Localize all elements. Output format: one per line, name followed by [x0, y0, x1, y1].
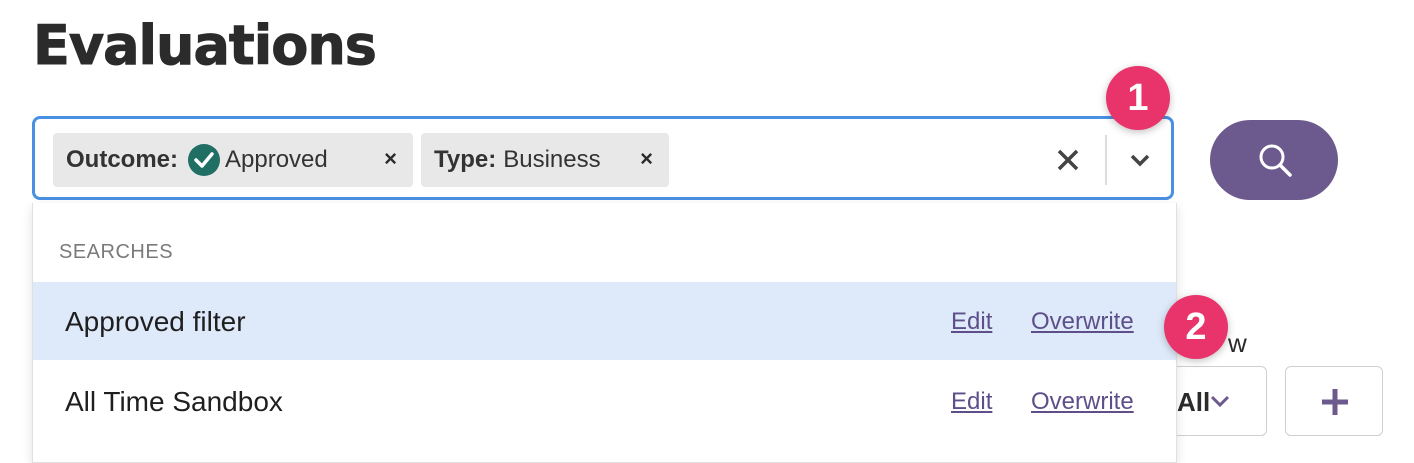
search-button[interactable] [1210, 120, 1338, 200]
saved-search-item[interactable]: Approved filter Edit Overwrite [33, 282, 1176, 360]
saved-searches-dropdown: SEARCHES Approved filter Edit Overwrite … [32, 203, 1177, 463]
clear-icon[interactable] [1053, 145, 1083, 175]
overwrite-link[interactable]: Overwrite [1031, 308, 1134, 336]
all-button-label: All [1177, 387, 1211, 417]
filter-search-input[interactable]: Outcome: Approved × Type: Business × [32, 116, 1174, 200]
callout-marker-2: 2 [1164, 295, 1228, 359]
divider [1105, 135, 1107, 185]
chevron-down-icon [1210, 395, 1230, 408]
filter-chip-type: Type: Business × [421, 133, 669, 187]
chevron-down-icon[interactable] [1125, 147, 1155, 173]
partial-label: w [1228, 328, 1247, 358]
callout-marker-1: 1 [1106, 66, 1170, 130]
chip-key: Outcome: [66, 146, 179, 173]
add-button[interactable] [1285, 366, 1383, 436]
saved-search-item[interactable]: All Time Sandbox Edit Overwrite [33, 362, 1176, 440]
search-icon [1259, 144, 1292, 177]
edit-link[interactable]: Edit [951, 308, 992, 336]
remove-chip-icon[interactable]: × [384, 147, 397, 171]
saved-search-name: All Time Sandbox [65, 386, 283, 417]
saved-search-name: Approved filter [65, 306, 246, 337]
plus-icon [1322, 389, 1348, 415]
chip-value: Approved [225, 146, 328, 173]
chip-key: Type: [434, 146, 497, 173]
check-circle-icon [188, 144, 221, 176]
filter-chip-outcome: Outcome: Approved × [53, 133, 413, 187]
remove-chip-icon[interactable]: × [640, 147, 653, 171]
chip-value: Business [503, 146, 601, 173]
overwrite-link[interactable]: Overwrite [1031, 388, 1134, 416]
section-header: SEARCHES [59, 241, 174, 263]
page-title: Evaluations [33, 14, 378, 78]
edit-link[interactable]: Edit [951, 388, 992, 416]
